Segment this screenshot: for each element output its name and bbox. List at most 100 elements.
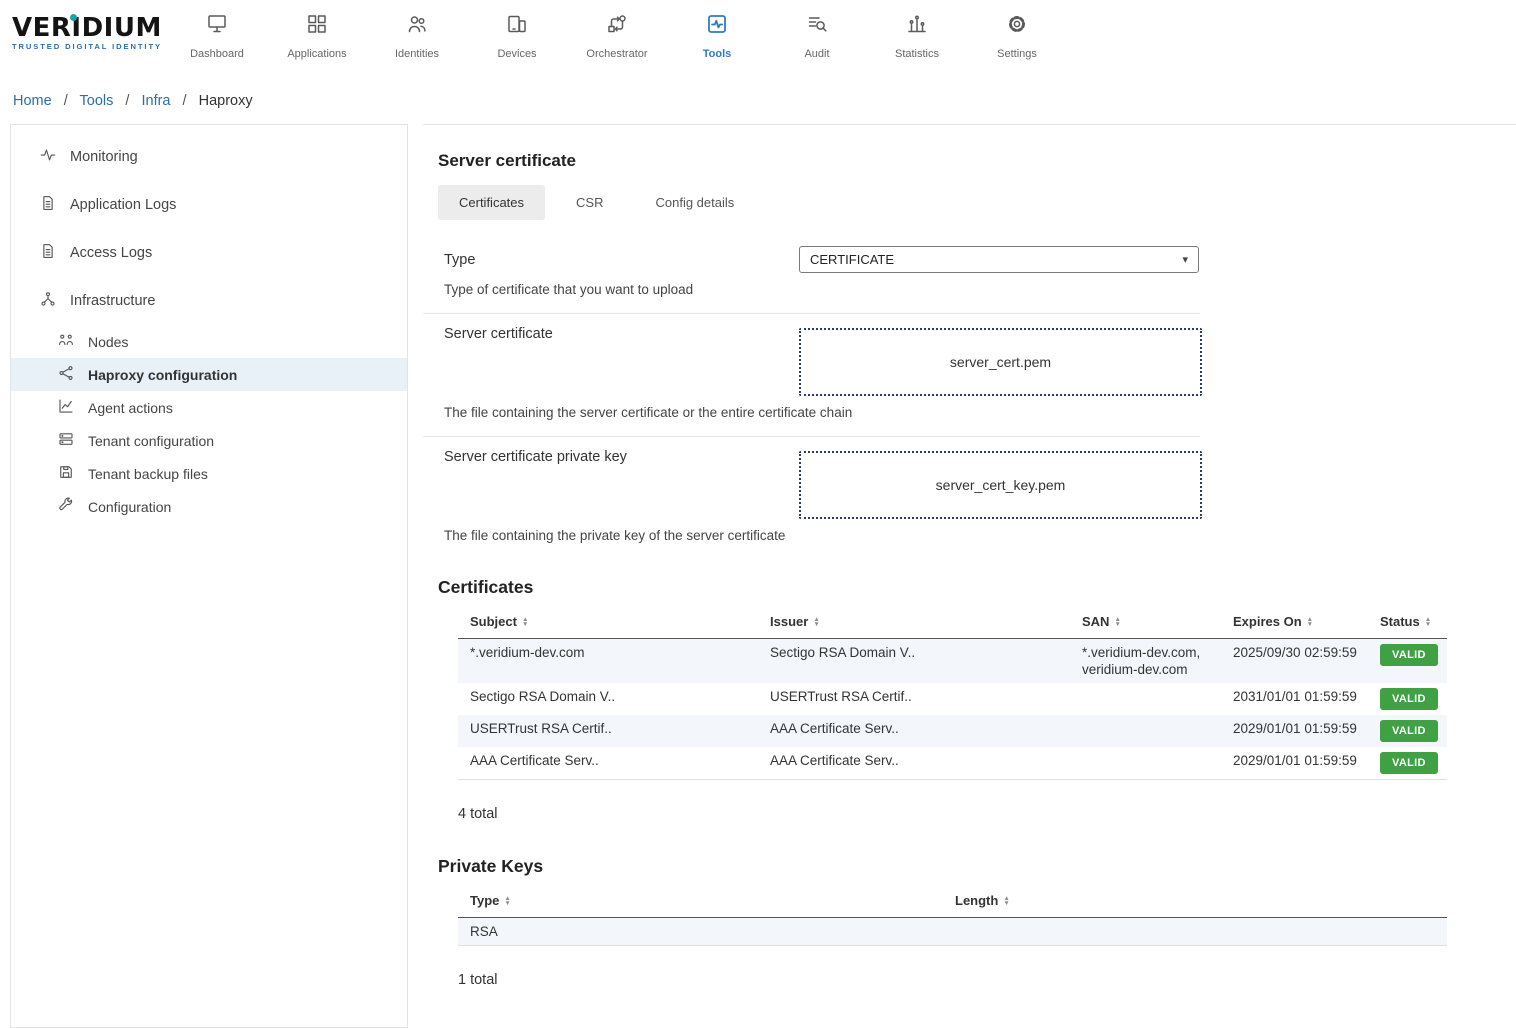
nav-label: Orchestrator — [586, 48, 647, 60]
sidebar-item-access-logs[interactable]: Access Logs — [11, 229, 407, 277]
sidebar-item-monitoring[interactable]: Monitoring — [11, 133, 407, 181]
sidebar-item-agent-actions[interactable]: Agent actions — [11, 391, 407, 424]
column-header-subject[interactable]: Subject▲▼ — [458, 614, 758, 629]
san-cell — [1070, 683, 1221, 715]
subject-cell: Sectigo RSA Domain V.. — [458, 683, 758, 715]
expires-on-cell: 2025/09/30 02:59:59 — [1221, 639, 1368, 683]
certificate-row: USERTrust RSA Certif..AAA Certificate Se… — [458, 715, 1447, 747]
nav-item-audit[interactable]: Audit — [767, 0, 867, 60]
sidebar-item-nodes[interactable]: Nodes — [11, 325, 407, 358]
certificate-row: *.veridium-dev.comSectigo RSA Domain V..… — [458, 639, 1447, 683]
san-cell: *.veridium-dev.com, veridium-dev.com — [1070, 639, 1221, 683]
tab-csr[interactable]: CSR — [555, 185, 624, 220]
issuer-cell: AAA Certificate Serv.. — [758, 747, 1070, 779]
nav-item-devices[interactable]: Devices — [467, 0, 567, 60]
sidebar-item-application-logs[interactable]: Application Logs — [11, 181, 407, 229]
san-cell — [1070, 747, 1221, 779]
server-list-icon — [57, 430, 75, 451]
column-header-issuer[interactable]: Issuer▲▼ — [758, 614, 1070, 629]
devices-icon — [505, 12, 529, 41]
certificates-total: 4 total — [458, 806, 1516, 822]
breadcrumb-home[interactable]: Home — [13, 93, 52, 109]
private-key-row: RSA — [458, 918, 1447, 945]
status-cell: VALID — [1368, 747, 1447, 779]
sidebar-item-label: Nodes — [88, 334, 128, 350]
document-icon — [39, 194, 57, 216]
sidebar-item-tenant-configuration[interactable]: Tenant configuration — [11, 424, 407, 457]
certificate-type-select[interactable]: CERTIFICATE ▾ — [799, 246, 1199, 273]
sidebar-item-tenant-backup-files[interactable]: Tenant backup files — [11, 457, 407, 490]
sort-icon: ▲▼ — [813, 617, 819, 627]
column-header-length[interactable]: Length▲▼ — [943, 893, 1447, 908]
sort-icon: ▲▼ — [1003, 896, 1009, 906]
subject-cell: *.veridium-dev.com — [458, 639, 758, 683]
issuer-cell: AAA Certificate Serv.. — [758, 715, 1070, 747]
nodes-icon — [57, 331, 75, 352]
save-icon — [57, 463, 75, 484]
sort-icon: ▲▼ — [1425, 617, 1431, 627]
tab-bar: Certificates CSR Config details — [438, 185, 1516, 220]
status-badge: VALID — [1380, 644, 1438, 666]
certificates-heading: Certificates — [438, 577, 1516, 598]
sidebar-item-infrastructure[interactable]: Infrastructure — [11, 277, 407, 325]
sidebar-item-configuration[interactable]: Configuration — [11, 490, 407, 523]
server-certificate-label: Server certificate — [444, 314, 799, 342]
column-header-type[interactable]: Type▲▼ — [458, 893, 943, 908]
tab-certificates[interactable]: Certificates — [438, 185, 545, 220]
chevron-down-icon: ▾ — [1182, 253, 1188, 266]
tools-pulse-icon — [705, 12, 729, 41]
private-key-dropzone[interactable]: server_cert_key.pem — [799, 451, 1202, 519]
nav-item-dashboard[interactable]: Dashboard — [167, 0, 267, 60]
wrench-icon — [57, 496, 75, 517]
length-cell — [943, 918, 1447, 945]
sidebar-item-haproxy-configuration[interactable]: Haproxy configuration — [11, 358, 407, 391]
sidebar-item-label: Haproxy configuration — [88, 367, 237, 383]
breadcrumb-current: Haproxy — [199, 93, 253, 109]
identities-people-icon — [405, 12, 429, 41]
nav-item-orchestrator[interactable]: Orchestrator — [567, 0, 667, 60]
veridium-logo[interactable]: VERIDIUM TRUSTED DIGITAL IDENTITY — [0, 0, 167, 51]
column-header-expires-on[interactable]: Expires On▲▼ — [1221, 614, 1368, 629]
top-navigation-bar: VERIDIUM TRUSTED DIGITAL IDENTITY Dashbo… — [0, 0, 1516, 75]
applications-grid-icon — [305, 12, 329, 41]
breadcrumb-infra[interactable]: Infra — [141, 93, 170, 109]
expires-on-cell: 2029/01/01 01:59:59 — [1221, 715, 1368, 747]
type-help-text: Type of certificate that you want to upl… — [444, 282, 1516, 297]
column-header-status[interactable]: Status▲▼ — [1368, 614, 1447, 629]
nav-item-statistics[interactable]: Statistics — [867, 0, 967, 60]
certificates-table-header: Subject▲▼ Issuer▲▼ SAN▲▼ Expires On▲▼ St… — [458, 606, 1447, 639]
settings-gear-icon — [1005, 12, 1029, 41]
haproxy-share-icon — [57, 364, 75, 385]
nav-item-settings[interactable]: Settings — [967, 0, 1067, 60]
nav-item-tools[interactable]: Tools — [667, 0, 767, 60]
nav-label: Devices — [497, 48, 536, 60]
server-certificate-dropzone[interactable]: server_cert.pem — [799, 328, 1202, 396]
private-keys-table-body: RSA — [458, 918, 1447, 946]
sidebar-item-label: Agent actions — [88, 400, 173, 416]
chart-line-icon — [57, 397, 75, 418]
logo-dot-icon — [70, 14, 77, 21]
sidebar-item-label: Configuration — [88, 499, 171, 515]
status-cell: VALID — [1368, 683, 1447, 715]
tab-config-details[interactable]: Config details — [634, 185, 755, 220]
sort-icon: ▲▼ — [504, 896, 510, 906]
sidebar: Monitoring Application Logs Access Logs … — [10, 124, 408, 1028]
nav-label: Applications — [287, 48, 346, 60]
audit-search-icon — [805, 12, 829, 41]
breadcrumb-separator: / — [64, 93, 68, 109]
breadcrumb-separator: / — [183, 93, 187, 109]
sidebar-item-label: Tenant backup files — [88, 466, 208, 482]
nav-item-applications[interactable]: Applications — [267, 0, 367, 60]
nav-item-identities[interactable]: Identities — [367, 0, 467, 60]
status-cell: VALID — [1368, 639, 1447, 683]
sort-icon: ▲▼ — [522, 617, 528, 627]
sidebar-item-label: Infrastructure — [70, 293, 155, 309]
expires-on-cell: 2031/01/01 01:59:59 — [1221, 683, 1368, 715]
status-badge: VALID — [1380, 752, 1438, 774]
breadcrumb-tools[interactable]: Tools — [80, 93, 114, 109]
column-header-san[interactable]: SAN▲▼ — [1070, 614, 1221, 629]
nav-label: Statistics — [895, 48, 939, 60]
certificate-row: AAA Certificate Serv..AAA Certificate Se… — [458, 747, 1447, 779]
issuer-cell: USERTrust RSA Certif.. — [758, 683, 1070, 715]
orchestrator-flow-icon — [605, 12, 629, 41]
